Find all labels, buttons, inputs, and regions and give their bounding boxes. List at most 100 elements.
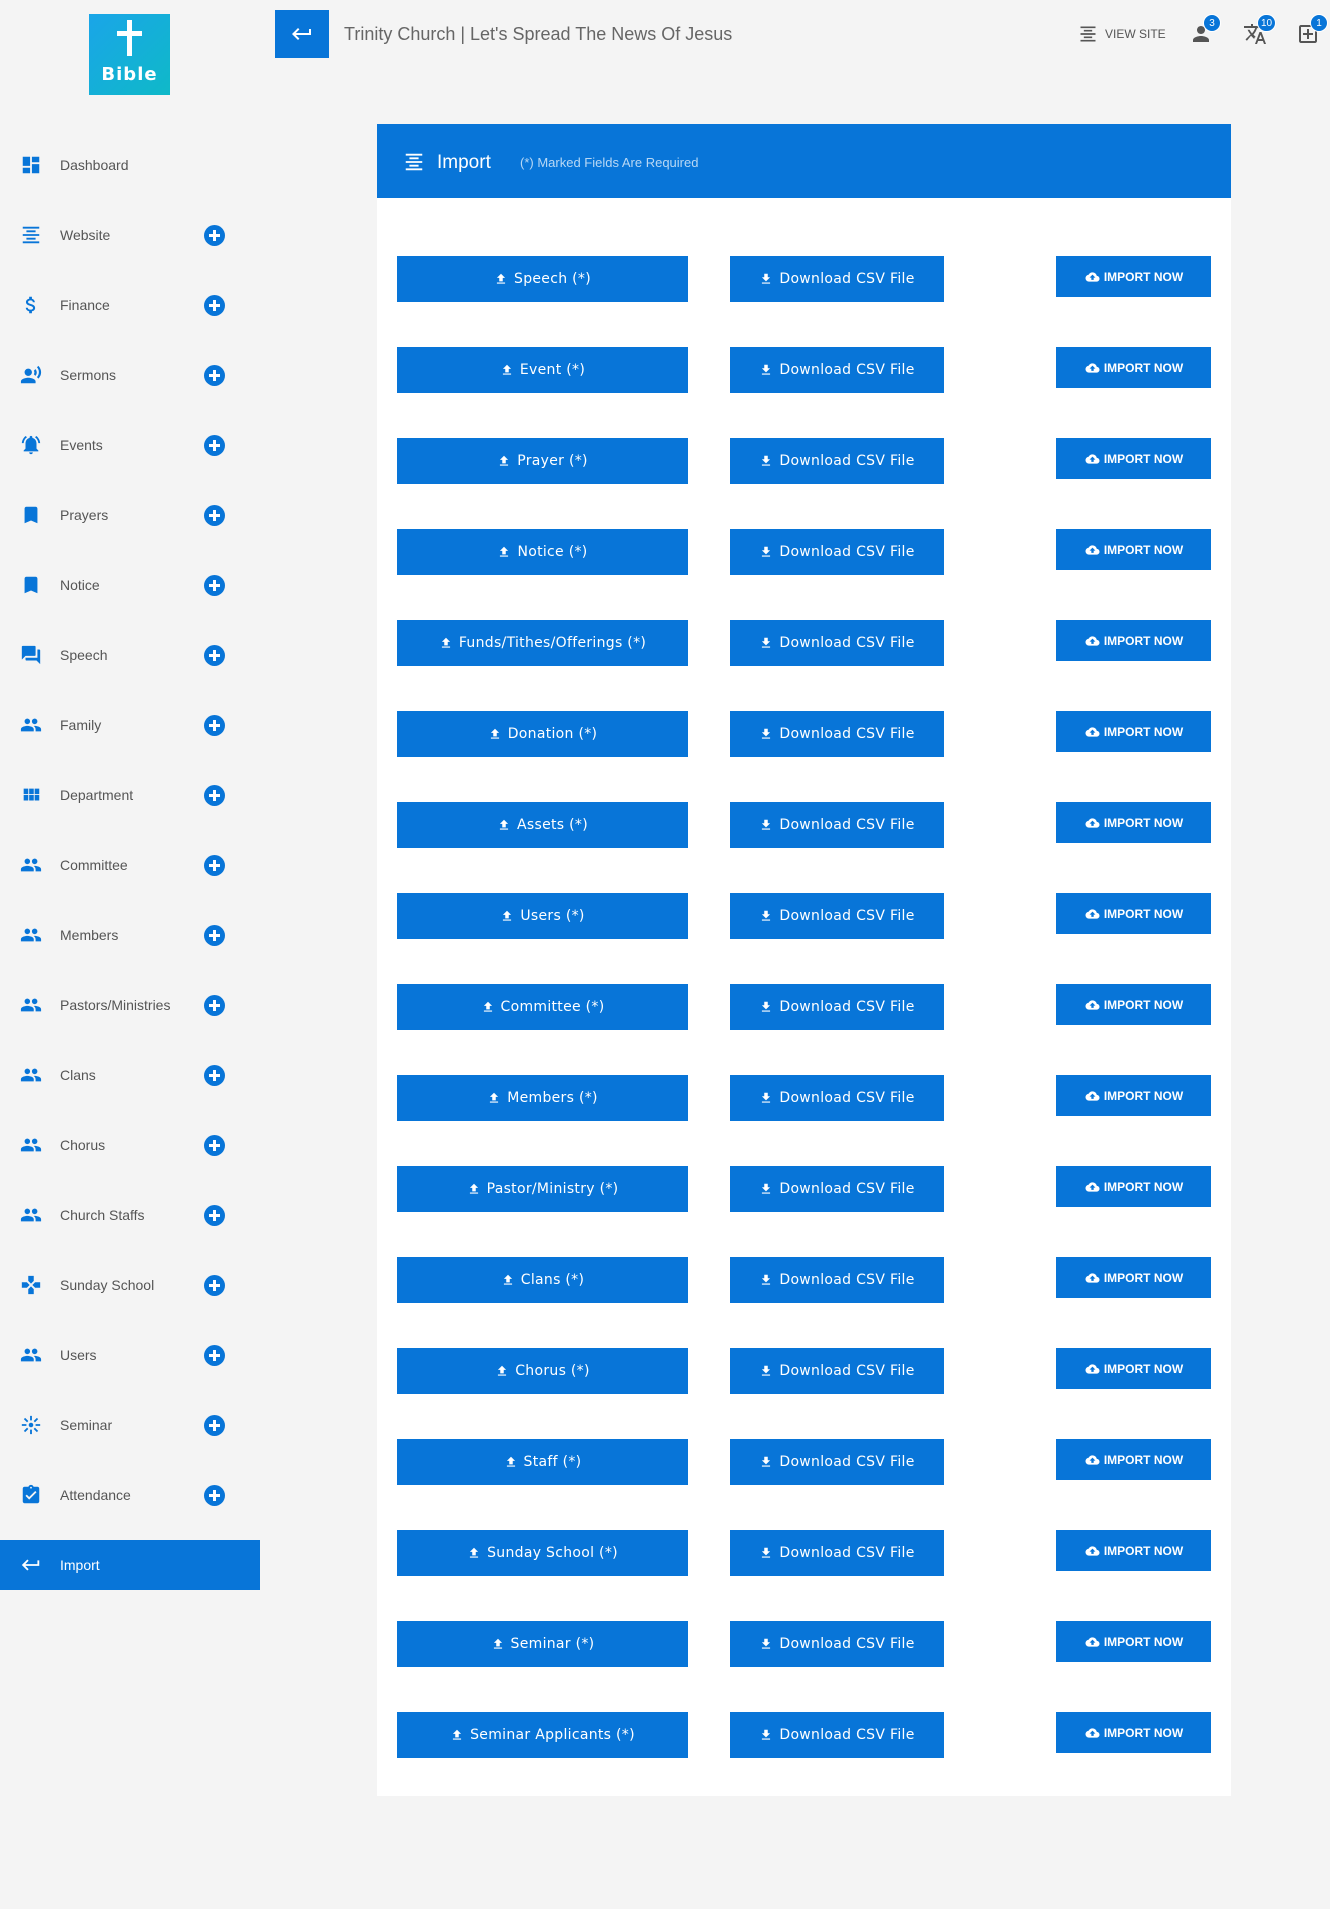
upload-file-button[interactable]: Donation (*) — [397, 711, 688, 757]
upload-file-button[interactable]: Members (*) — [397, 1075, 688, 1121]
add-events-button[interactable] — [204, 435, 225, 456]
add-finance-button[interactable] — [204, 295, 225, 316]
sidebar-item-chorus[interactable]: Chorus — [0, 1110, 260, 1180]
add-sermons-button[interactable] — [204, 365, 225, 386]
sidebar-item-department[interactable]: Department — [0, 760, 260, 830]
import-now-button[interactable]: IMPORT NOW — [1056, 984, 1211, 1025]
import-now-button[interactable]: IMPORT NOW — [1056, 1257, 1211, 1298]
import-now-button[interactable]: IMPORT NOW — [1056, 711, 1211, 752]
sidebar-item-sunday-school[interactable]: Sunday School — [0, 1250, 260, 1320]
download-csv-button[interactable]: Download CSV File — [730, 802, 944, 848]
sidebar-item-prayers[interactable]: Prayers — [0, 480, 260, 550]
upload-file-button[interactable]: Seminar Applicants (*) — [397, 1712, 688, 1758]
add-users-button[interactable] — [204, 1345, 225, 1366]
add-committee-button[interactable] — [204, 855, 225, 876]
upload-file-button[interactable]: Seminar (*) — [397, 1621, 688, 1667]
download-csv-button[interactable]: Download CSV File — [730, 1439, 944, 1485]
sidebar-item-attendance[interactable]: Attendance — [0, 1460, 260, 1530]
upload-file-button[interactable]: Event (*) — [397, 347, 688, 393]
add-pastors-ministries-button[interactable] — [204, 995, 225, 1016]
import-now-button[interactable]: IMPORT NOW — [1056, 1530, 1211, 1571]
download-csv-button[interactable]: Download CSV File — [730, 1621, 944, 1667]
import-now-button[interactable]: IMPORT NOW — [1056, 256, 1211, 297]
sidebar-item-notice[interactable]: Notice — [0, 550, 260, 620]
sidebar-item-sermons[interactable]: Sermons — [0, 340, 260, 410]
cloud-upload-icon — [1084, 1453, 1101, 1467]
download-csv-button[interactable]: Download CSV File — [730, 347, 944, 393]
download-csv-button[interactable]: Download CSV File — [730, 1530, 944, 1576]
add-website-button[interactable] — [204, 225, 225, 246]
add-department-button[interactable] — [204, 785, 225, 806]
download-csv-button[interactable]: Download CSV File — [730, 984, 944, 1030]
add-speech-button[interactable] — [204, 645, 225, 666]
upload-file-button[interactable]: Committee (*) — [397, 984, 688, 1030]
add-prayers-button[interactable] — [204, 505, 225, 526]
download-csv-button[interactable]: Download CSV File — [730, 529, 944, 575]
sidebar-item-family[interactable]: Family — [0, 690, 260, 760]
import-now-button[interactable]: IMPORT NOW — [1056, 1621, 1211, 1662]
import-now-button[interactable]: IMPORT NOW — [1056, 1166, 1211, 1207]
add-sunday-school-button[interactable] — [204, 1275, 225, 1296]
add-notice-button[interactable] — [204, 575, 225, 596]
sidebar-item-speech[interactable]: Speech — [0, 620, 260, 690]
sidebar-item-dashboard[interactable]: Dashboard — [0, 130, 260, 200]
upload-file-button[interactable]: Notice (*) — [397, 529, 688, 575]
download-label: Download CSV File — [779, 1090, 915, 1106]
add-chorus-button[interactable] — [204, 1135, 225, 1156]
import-now-button[interactable]: IMPORT NOW — [1056, 802, 1211, 843]
translate-button[interactable]: 10 — [1243, 14, 1277, 46]
download-csv-button[interactable]: Download CSV File — [730, 1075, 944, 1121]
download-csv-button[interactable]: Download CSV File — [730, 893, 944, 939]
sidebar-item-seminar[interactable]: Seminar — [0, 1390, 260, 1460]
download-csv-button[interactable]: Download CSV File — [730, 1166, 944, 1212]
download-csv-button[interactable]: Download CSV File — [730, 711, 944, 757]
import-now-button[interactable]: IMPORT NOW — [1056, 438, 1211, 479]
upload-icon — [488, 727, 502, 741]
user-menu-button[interactable]: 3 — [1189, 14, 1221, 46]
upload-file-button[interactable]: Assets (*) — [397, 802, 688, 848]
sidebar-item-pastors-ministries[interactable]: Pastors/Ministries — [0, 970, 260, 1040]
sidebar-item-import[interactable]: Import — [0, 1540, 260, 1590]
upload-file-button[interactable]: Users (*) — [397, 893, 688, 939]
download-csv-button[interactable]: Download CSV File — [730, 1257, 944, 1303]
upload-file-button[interactable]: Chorus (*) — [397, 1348, 688, 1394]
sidebar-item-members[interactable]: Members — [0, 900, 260, 970]
sidebar-item-church-staffs[interactable]: Church Staffs — [0, 1180, 260, 1250]
upload-file-button[interactable]: Sunday School (*) — [397, 1530, 688, 1576]
sidebar-item-events[interactable]: Events — [0, 410, 260, 480]
upload-file-button[interactable]: Pastor/Ministry (*) — [397, 1166, 688, 1212]
notifications-button[interactable]: 1 — [1296, 14, 1328, 46]
import-now-button[interactable]: IMPORT NOW — [1056, 529, 1211, 570]
sidebar-item-clans[interactable]: Clans — [0, 1040, 260, 1110]
upload-file-button[interactable]: Prayer (*) — [397, 438, 688, 484]
sidebar-item-finance[interactable]: Finance — [0, 270, 260, 340]
import-now-button[interactable]: IMPORT NOW — [1056, 1348, 1211, 1389]
download-csv-button[interactable]: Download CSV File — [730, 1712, 944, 1758]
upload-file-button[interactable]: Speech (*) — [397, 256, 688, 302]
import-now-button[interactable]: IMPORT NOW — [1056, 893, 1211, 934]
add-family-button[interactable] — [204, 715, 225, 736]
view-site-link[interactable]: VIEW SITE — [1078, 24, 1166, 44]
sidebar-item-users[interactable]: Users — [0, 1320, 260, 1390]
import-now-button[interactable]: IMPORT NOW — [1056, 1712, 1211, 1753]
upload-file-button[interactable]: Staff (*) — [397, 1439, 688, 1485]
bible-logo[interactable]: Bible — [89, 14, 170, 95]
sidebar-item-website[interactable]: Website — [0, 200, 260, 270]
download-csv-button[interactable]: Download CSV File — [730, 438, 944, 484]
back-button[interactable] — [275, 10, 329, 58]
import-now-button[interactable]: IMPORT NOW — [1056, 1075, 1211, 1116]
import-now-button[interactable]: IMPORT NOW — [1056, 620, 1211, 661]
import-now-button[interactable]: IMPORT NOW — [1056, 1439, 1211, 1480]
add-clans-button[interactable] — [204, 1065, 225, 1086]
download-csv-button[interactable]: Download CSV File — [730, 1348, 944, 1394]
add-members-button[interactable] — [204, 925, 225, 946]
add-attendance-button[interactable] — [204, 1485, 225, 1506]
import-now-button[interactable]: IMPORT NOW — [1056, 347, 1211, 388]
sidebar-item-committee[interactable]: Committee — [0, 830, 260, 900]
upload-file-button[interactable]: Funds/Tithes/Offerings (*) — [397, 620, 688, 666]
download-csv-button[interactable]: Download CSV File — [730, 620, 944, 666]
download-csv-button[interactable]: Download CSV File — [730, 256, 944, 302]
add-church-staffs-button[interactable] — [204, 1205, 225, 1226]
upload-file-button[interactable]: Clans (*) — [397, 1257, 688, 1303]
add-seminar-button[interactable] — [204, 1415, 225, 1436]
